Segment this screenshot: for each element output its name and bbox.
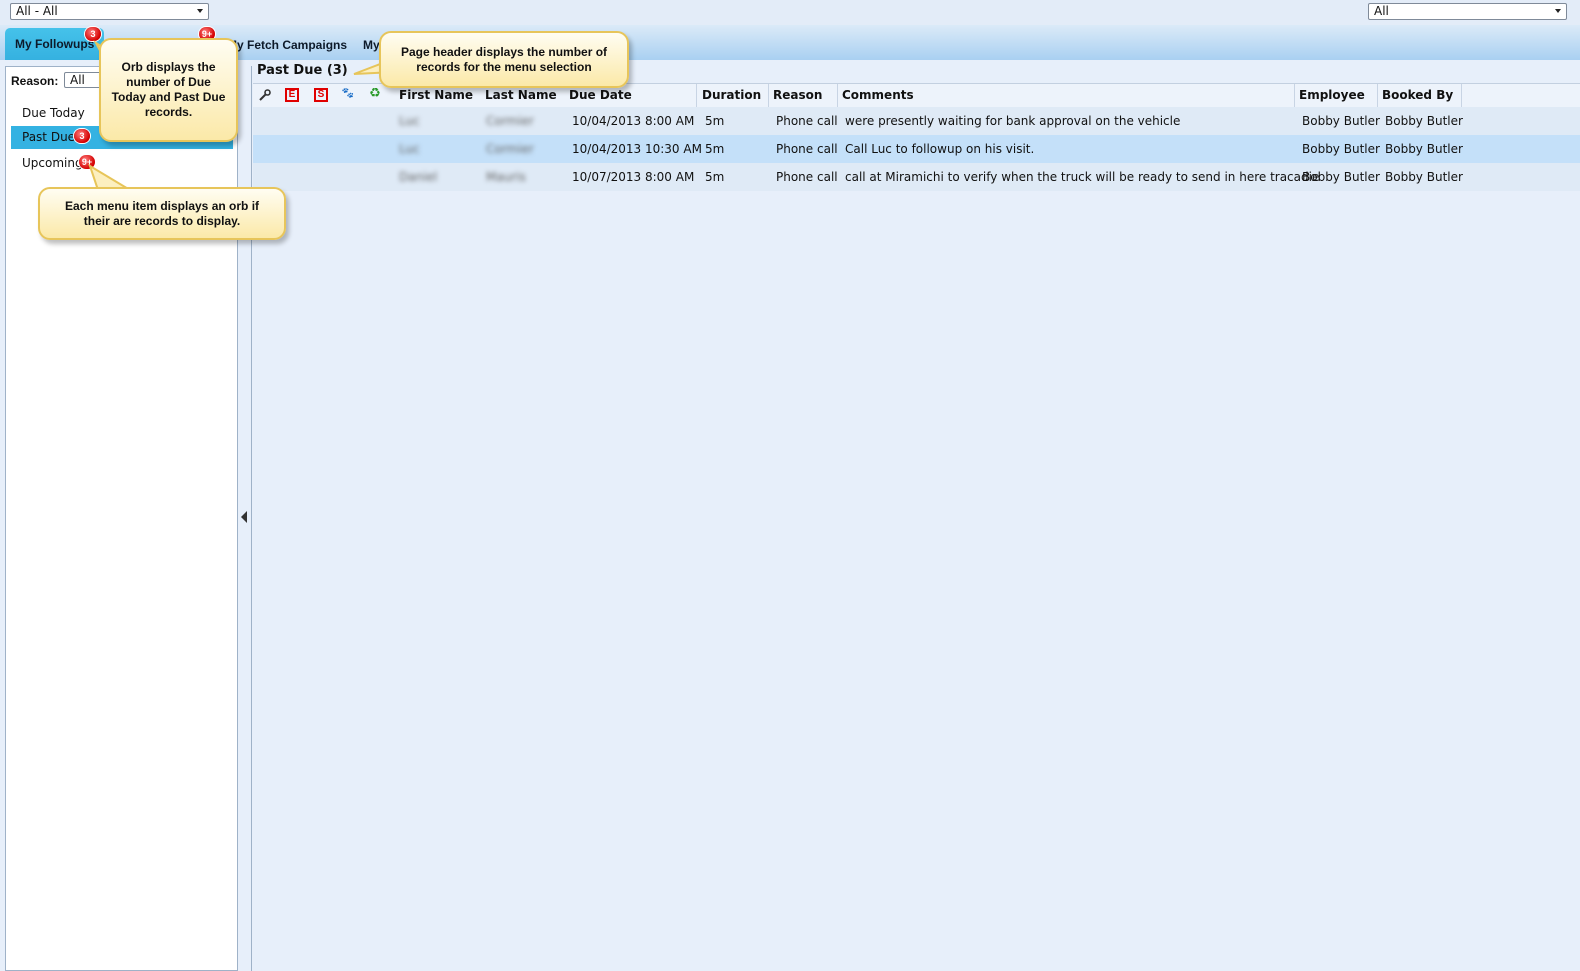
cell-employee: Bobby Butler [1302,170,1380,184]
table-row[interactable]: Luc Cormier 10/04/2013 10:30 AM 5m Phone… [253,135,1580,163]
cell-duration: 5m [705,142,725,156]
collapse-arrow-icon[interactable] [241,511,247,523]
chevron-down-icon [197,9,203,13]
col-employee[interactable]: Employee [1299,88,1365,102]
header-callout: Page header displays the number of recor… [379,31,629,88]
tab-label: My [363,38,380,52]
column-divider [1294,84,1295,107]
tab-my[interactable]: My [363,38,380,52]
paw-icon[interactable]: 🐾 [341,88,355,102]
cell-last-name: Cormier [486,142,534,156]
col-due-date[interactable]: Due Date [569,88,632,102]
cell-booked-by: Bobby Butler [1385,142,1463,156]
cell-duration: 5m [705,170,725,184]
tab-my-fetch-campaigns[interactable]: My Fetch Campaigns [227,38,347,52]
tab-label: My Fetch Campaigns [227,38,348,52]
filter-select-value: All [1374,4,1389,18]
cell-first-name: Daniel [399,170,438,184]
col-reason[interactable]: Reason [773,88,822,102]
location-select-value: All - All [16,4,58,18]
col-first-name[interactable]: First Name [399,88,473,102]
cell-reason: Phone call [776,142,838,156]
column-divider [696,84,697,107]
reason-label: Reason: [11,74,59,88]
tab-label: My Followups [15,37,95,51]
sms-icon[interactable]: S [314,88,328,102]
cell-employee: Bobby Butler [1302,114,1380,128]
cell-last-name: Cormier [486,114,534,128]
reason-select-value: All [70,73,85,87]
sidebar-item-label: Upcoming [22,156,83,170]
filter-select[interactable]: All [1368,3,1567,20]
cell-due-date: 10/07/2013 8:00 AM [572,170,695,184]
location-select[interactable]: All - All [10,3,209,20]
column-divider [1461,84,1462,107]
cell-comments: Call Luc to followup on his visit. [845,142,1035,156]
table-row[interactable]: Daniel Mauris 10/07/2013 8:00 AM 5m Phon… [253,163,1580,191]
cell-booked-by: Bobby Butler [1385,114,1463,128]
tab-followups-orb: 3 [85,27,101,41]
page-title: Past Due (3) [257,63,348,78]
cell-reason: Phone call [776,114,838,128]
past-due-orb: 3 [74,129,90,143]
email-icon[interactable]: E [285,88,299,102]
cell-comments: call at Miramichi to verify when the tru… [845,170,1320,184]
sidebar-item-upcoming[interactable]: Upcoming [11,152,233,175]
column-divider [768,84,769,107]
cell-due-date: 10/04/2013 10:30 AM [572,142,702,156]
col-comments[interactable]: Comments [842,88,914,102]
cell-first-name: Luc [399,142,420,156]
cell-comments: were presently waiting for bank approval… [845,114,1181,128]
cell-reason: Phone call [776,170,838,184]
cell-duration: 5m [705,114,725,128]
col-duration[interactable]: Duration [702,88,761,102]
cell-employee: Bobby Butler [1302,142,1380,156]
top-bar: All - All All [0,0,1580,25]
sidebar-item-label: Past Due [22,130,76,144]
orb-callout: Orb displays the number of Due Today and… [99,38,238,142]
column-divider [1377,84,1378,107]
sidebar-item-label: Due Today [22,106,85,120]
upcoming-orb: 9+ [79,155,95,169]
refresh-icon[interactable]: ♻ [368,87,382,102]
col-last-name[interactable]: Last Name [485,88,557,102]
table-row[interactable]: Luc Cormier 10/04/2013 8:00 AM 5m Phone … [253,107,1580,135]
cell-due-date: 10/04/2013 8:00 AM [572,114,695,128]
chevron-down-icon [1555,9,1561,13]
cell-booked-by: Bobby Butler [1385,170,1463,184]
wrench-icon[interactable] [258,88,272,102]
cell-last-name: Mauris [486,170,526,184]
menu-callout: Each menu item displays an orb if their … [38,187,286,240]
column-divider [837,84,838,107]
cell-first-name: Luc [399,114,420,128]
col-booked-by[interactable]: Booked By [1382,88,1453,102]
